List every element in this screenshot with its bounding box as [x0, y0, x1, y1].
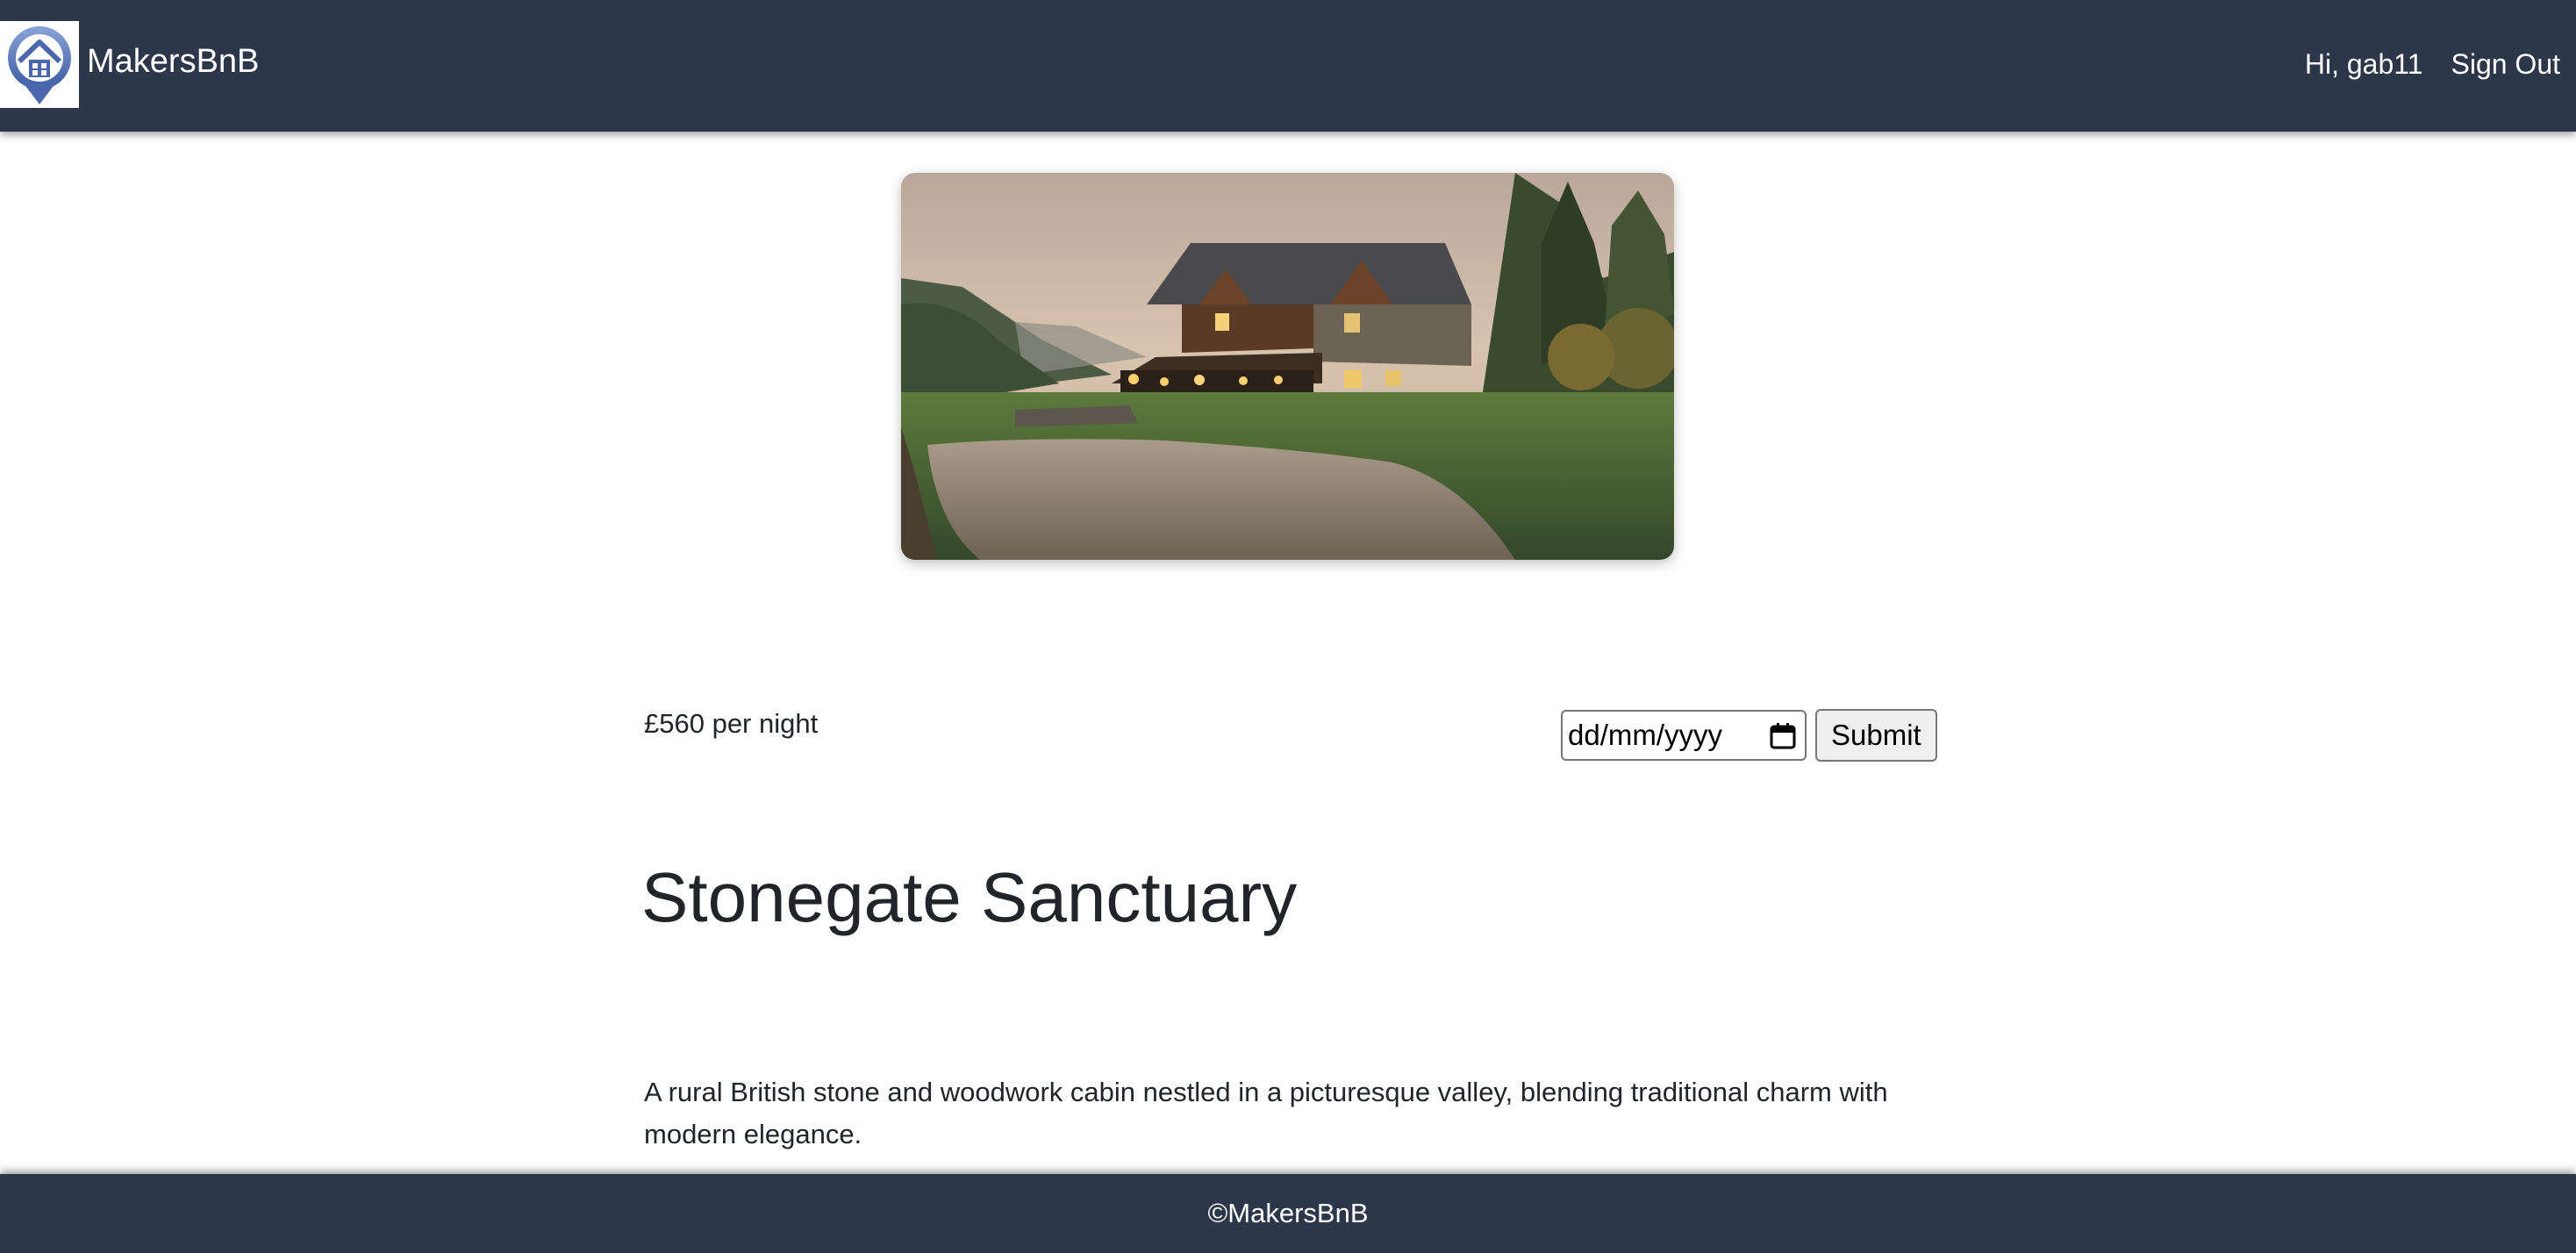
sign-out-link[interactable]: Sign Out	[2451, 46, 2560, 82]
booking-form: dd/mm/yyyy Submit	[1561, 709, 1937, 762]
logo[interactable]	[0, 21, 79, 108]
footer-copyright: ©MakersBnB	[1207, 1198, 1369, 1228]
location-pin-house-icon	[8, 26, 71, 104]
date-input[interactable]: dd/mm/yyyy	[1561, 710, 1807, 761]
listing-price: £560 per night	[644, 708, 819, 739]
footer: ©MakersBnB	[0, 1174, 2576, 1253]
listing-image	[901, 173, 1674, 560]
listing-title: Stonegate Sanctuary	[641, 858, 1298, 936]
user-greeting: Hi, gab11	[2304, 48, 2423, 80]
submit-button[interactable]: Submit	[1815, 709, 1937, 762]
user-nav: Hi, gab11 Sign Out	[2305, 46, 2560, 82]
calendar-icon[interactable]	[1770, 722, 1796, 750]
navbar: MakersBnB Hi, gab11 Sign Out	[0, 0, 2576, 132]
cabin-photo	[901, 173, 1674, 560]
listing-description: A rural British stone and woodwork cabin…	[644, 1077, 1888, 1149]
brand-name[interactable]: MakersBnB	[87, 40, 259, 82]
date-placeholder: dd/mm/yyyy	[1568, 719, 1723, 751]
